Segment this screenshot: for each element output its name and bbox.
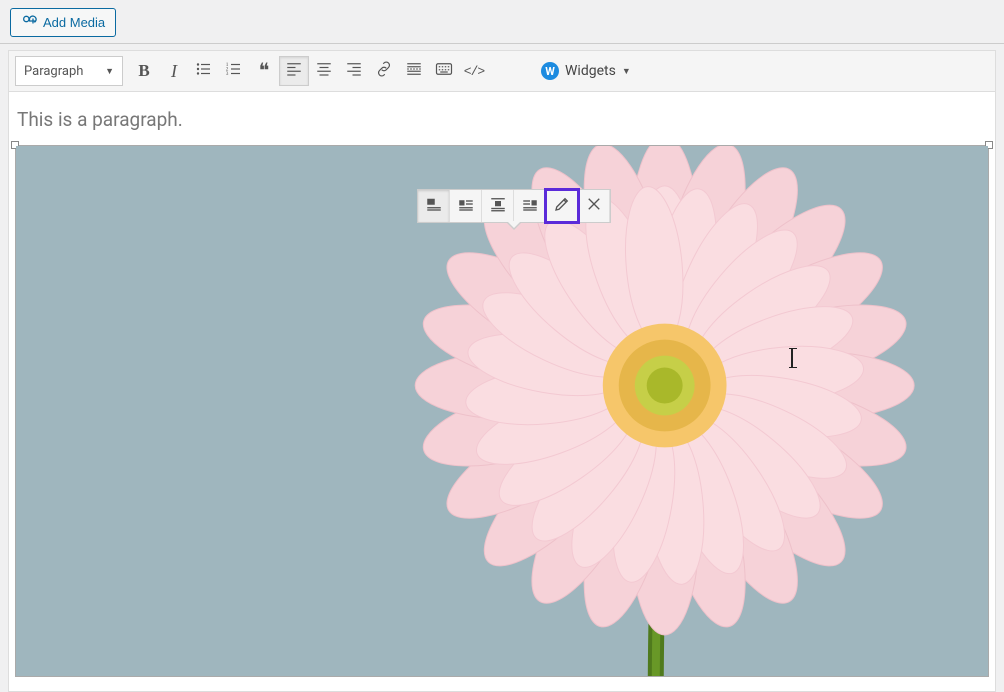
chevron-down-icon: ▼ (622, 66, 631, 77)
paragraph-text[interactable]: This is a paragraph. (15, 102, 995, 145)
image-content (16, 146, 988, 676)
close-x-icon (585, 195, 603, 217)
image-align-none-button[interactable] (418, 190, 450, 222)
pencil-edit-icon (553, 195, 571, 217)
keyboard-icon (435, 60, 453, 82)
selected-image[interactable] (15, 145, 989, 677)
editor-toolbar: Paragraph ▼ B I 123 ❝ (8, 50, 996, 92)
image-align-right-button[interactable] (514, 190, 546, 222)
chevron-down-icon: ▼ (105, 66, 114, 77)
italic-button[interactable]: I (159, 56, 189, 86)
format-select[interactable]: Paragraph ▼ (15, 56, 123, 86)
bold-button[interactable]: B (129, 56, 159, 86)
image-align-center-button[interactable] (482, 190, 514, 222)
align-right-icon (521, 195, 539, 217)
align-none-icon (425, 195, 443, 217)
image-edit-button[interactable] (546, 190, 578, 222)
add-media-label: Add Media (43, 15, 105, 30)
editor-topbar: Add Media (0, 0, 1004, 44)
blockquote-button[interactable]: ❝ (249, 56, 279, 86)
link-icon (375, 60, 393, 82)
align-center-icon (315, 60, 333, 82)
readmore-button[interactable] (399, 56, 429, 86)
numbered-list-icon: 123 (225, 60, 243, 82)
read-more-icon (405, 60, 423, 82)
image-align-left-button[interactable] (450, 190, 482, 222)
align-left-button[interactable] (279, 56, 309, 86)
align-left-icon (457, 195, 475, 217)
link-button[interactable] (369, 56, 399, 86)
svg-text:3: 3 (226, 71, 229, 77)
editor-canvas[interactable]: This is a paragraph. (8, 92, 996, 692)
widgets-label: Widgets (565, 63, 616, 79)
toolbar-pointer-icon (506, 222, 522, 230)
text-cursor-icon (791, 348, 793, 368)
widgets-menu[interactable]: W Widgets ▼ (533, 62, 639, 80)
media-icon (21, 13, 37, 32)
align-left-icon (285, 60, 303, 82)
image-remove-button[interactable] (578, 190, 610, 222)
widgets-w-badge-icon: W (541, 62, 559, 80)
bulleted-list-icon (195, 60, 213, 82)
align-center-icon (489, 195, 507, 217)
align-center-button[interactable] (309, 56, 339, 86)
add-media-button[interactable]: Add Media (10, 8, 116, 37)
image-alignment-toolbar (417, 189, 611, 223)
keyboard-shortcuts-button[interactable] (429, 56, 459, 86)
numbered-list-button[interactable]: 123 (219, 56, 249, 86)
toolbar-group-inline: B I 123 ❝ (129, 56, 489, 86)
code-button[interactable]: </> (459, 56, 489, 86)
code-icon: </> (464, 64, 484, 79)
bulleted-list-button[interactable] (189, 56, 219, 86)
quote-icon: ❝ (259, 58, 270, 83)
format-select-label: Paragraph (24, 64, 83, 79)
align-right-button[interactable] (339, 56, 369, 86)
align-right-icon (345, 60, 363, 82)
